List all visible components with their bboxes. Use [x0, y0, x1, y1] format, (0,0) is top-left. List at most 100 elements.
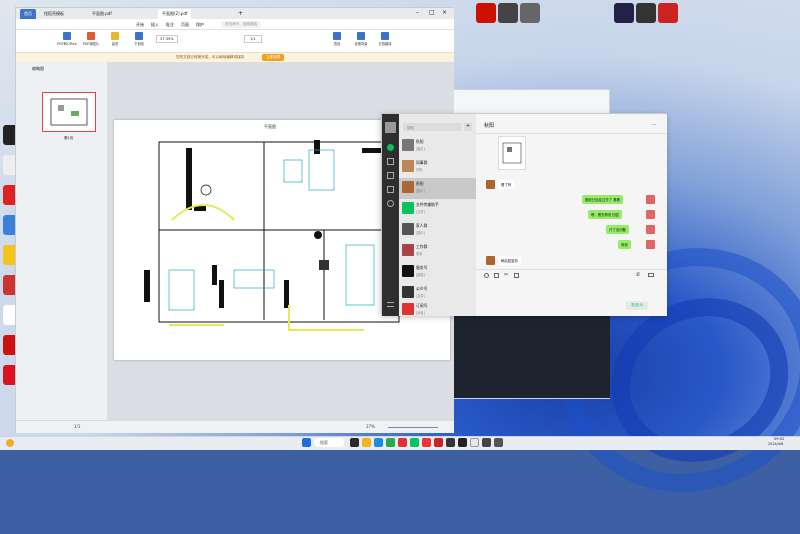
desktop-icon[interactable] — [636, 3, 656, 23]
wechat-window[interactable]: 搜索 + 秋阳 [图片] 同事群 好的 秋阳 [图片] 文件传输助手 [文件] 家人群[… — [381, 113, 667, 316]
notice-bar: 您的文档已转换完成，可以继续编辑或保存 立即查看 — [16, 53, 454, 62]
desktop-icon[interactable] — [498, 3, 518, 23]
files-icon[interactable] — [387, 186, 394, 193]
list-item[interactable]: 同事群 好的 — [399, 157, 476, 178]
thumbnail-page[interactable] — [42, 92, 96, 132]
desktop-icon[interactable] — [614, 3, 634, 23]
moments-icon[interactable] — [387, 200, 394, 207]
taskbar-app-icon[interactable] — [446, 438, 455, 447]
taskbar-app-icon[interactable] — [374, 438, 383, 447]
list-item[interactable]: 秋阳 [图片] — [399, 136, 476, 157]
menu-item[interactable]: 保护 — [196, 22, 204, 28]
start-icon[interactable] — [302, 438, 311, 447]
tab-pdf-1[interactable]: 平面图.pdf — [88, 9, 116, 19]
zoom-slider[interactable] — [388, 427, 438, 428]
notice-button[interactable]: 立即查看 — [262, 54, 285, 61]
notice-text: 您的文档已转换完成，可以继续编辑或保存 — [176, 55, 245, 59]
find-button[interactable]: 查找 — [326, 31, 348, 51]
highlight-icon — [111, 32, 119, 40]
chat-history-icon[interactable] — [514, 273, 519, 278]
taskbar-app-icon[interactable] — [458, 438, 467, 447]
image-message[interactable] — [498, 136, 526, 170]
image-thumbnail — [502, 142, 522, 164]
add-chat-button[interactable]: + — [464, 123, 472, 131]
taskbar-app-icon[interactable] — [422, 438, 431, 447]
plan-title: 平面图 — [264, 123, 276, 129]
tab-bar: 首页 找稻壳模板 平面图.pdf 平面图(2).pdf + – □ × — [16, 8, 454, 19]
search-input[interactable]: 搜索 — [403, 123, 461, 131]
desktop-icon[interactable] — [520, 3, 540, 23]
maximize-icon[interactable]: □ — [429, 9, 435, 16]
more-icon[interactable]: ··· — [652, 122, 657, 128]
search-input[interactable]: 查找命令、搜索模板 — [221, 21, 262, 28]
close-icon[interactable]: × — [442, 9, 447, 16]
taskbar-app-icon[interactable] — [398, 438, 407, 447]
message-bubble-in: 看了吗 — [498, 180, 515, 189]
weather-icon[interactable] — [6, 439, 14, 447]
chat-list: 搜索 + 秋阳 [图片] 同事群 好的 秋阳 [图片] 文件传输助手 [文件] 家人群[… — [399, 114, 476, 316]
menu-item[interactable]: 插入 — [151, 22, 159, 28]
list-item[interactable]: 订阅号 [消息] — [399, 300, 476, 321]
list-item-selected[interactable]: 秋阳 [图片] — [399, 178, 476, 199]
tab-home[interactable]: 首页 — [20, 9, 36, 19]
add-tab-icon[interactable]: + — [238, 10, 243, 17]
menu-icon[interactable] — [387, 302, 394, 307]
message-bubble-out: 收到 — [618, 240, 631, 249]
avatar — [402, 244, 414, 256]
taskbar-app-icon[interactable] — [494, 438, 503, 447]
avatar[interactable] — [385, 122, 396, 133]
avatar — [402, 181, 414, 193]
avatar — [646, 195, 655, 204]
menu-item[interactable]: 批注 — [166, 22, 174, 28]
thumbnail-plan-icon — [50, 98, 88, 126]
clock-date[interactable]: 2024/4/6 — [768, 442, 783, 446]
taskbar-app-icon[interactable] — [434, 438, 443, 447]
list-item[interactable]: 工作群 收到 — [399, 241, 476, 262]
taskbar-app-icon[interactable] — [350, 438, 359, 447]
zoom-input[interactable]: 37.35% — [156, 35, 178, 43]
chat-header-divider — [476, 133, 667, 134]
sidebar-title: 缩略图 — [32, 66, 44, 71]
avatar — [646, 240, 655, 249]
contacts-icon[interactable] — [387, 158, 394, 165]
translate-icon — [381, 32, 389, 40]
translate-button[interactable]: 文档翻译 — [374, 31, 396, 51]
favorites-icon[interactable] — [387, 172, 394, 179]
send-button[interactable]: 发送(S) — [626, 301, 649, 310]
taskbar-app-icon[interactable] — [470, 438, 479, 447]
taskbar-search[interactable]: 搜索 — [314, 438, 344, 447]
file-icon[interactable] — [494, 273, 499, 278]
taskbar-app-icon[interactable] — [482, 438, 491, 447]
list-item[interactable]: 服务号 [链接] — [399, 262, 476, 283]
desktop-icon[interactable] — [658, 3, 678, 23]
tab-pdf-2[interactable]: 平面图(2).pdf — [158, 9, 192, 19]
taskbar-app-icon[interactable] — [386, 438, 395, 447]
message-input[interactable] — [482, 282, 662, 302]
underline-button[interactable]: 下划线 — [128, 31, 150, 51]
taskbar-app-icon[interactable] — [362, 438, 371, 447]
background-button[interactable]: 设置背景 — [350, 31, 372, 51]
scissors-icon[interactable]: ✂ — [504, 272, 508, 278]
page-input[interactable]: 1/1 — [244, 35, 262, 43]
search-icon — [333, 32, 341, 40]
emoji-icon[interactable] — [484, 273, 489, 278]
clock-time[interactable]: 09:52 — [774, 437, 784, 441]
list-item[interactable]: 家人群 [图片] — [399, 220, 476, 241]
avatar — [646, 225, 655, 234]
menu-item[interactable]: 开始 — [136, 22, 144, 28]
thumbnail-sidebar: 缩略图 第1页 — [16, 62, 108, 420]
desktop-icon[interactable] — [476, 3, 496, 23]
pdf-to-image-button[interactable]: PDF转图片 — [80, 31, 102, 51]
highlight-button[interactable]: 高亮 — [104, 31, 126, 51]
list-item[interactable]: 文件传输助手 [文件] — [399, 199, 476, 220]
taskbar-app-icon[interactable] — [410, 438, 419, 447]
video-icon[interactable] — [648, 273, 654, 277]
phone-icon[interactable]: ✆ — [636, 272, 640, 278]
input-divider — [476, 269, 667, 270]
chat-icon[interactable] — [387, 144, 394, 151]
pdf-to-office-button[interactable]: PDF转Office — [56, 31, 78, 51]
minimize-icon[interactable]: – — [416, 9, 419, 16]
tab-template[interactable]: 找稻壳模板 — [40, 9, 68, 19]
thumbnail-label: 第1页 — [64, 136, 74, 140]
menu-item[interactable]: 页面 — [181, 22, 189, 28]
